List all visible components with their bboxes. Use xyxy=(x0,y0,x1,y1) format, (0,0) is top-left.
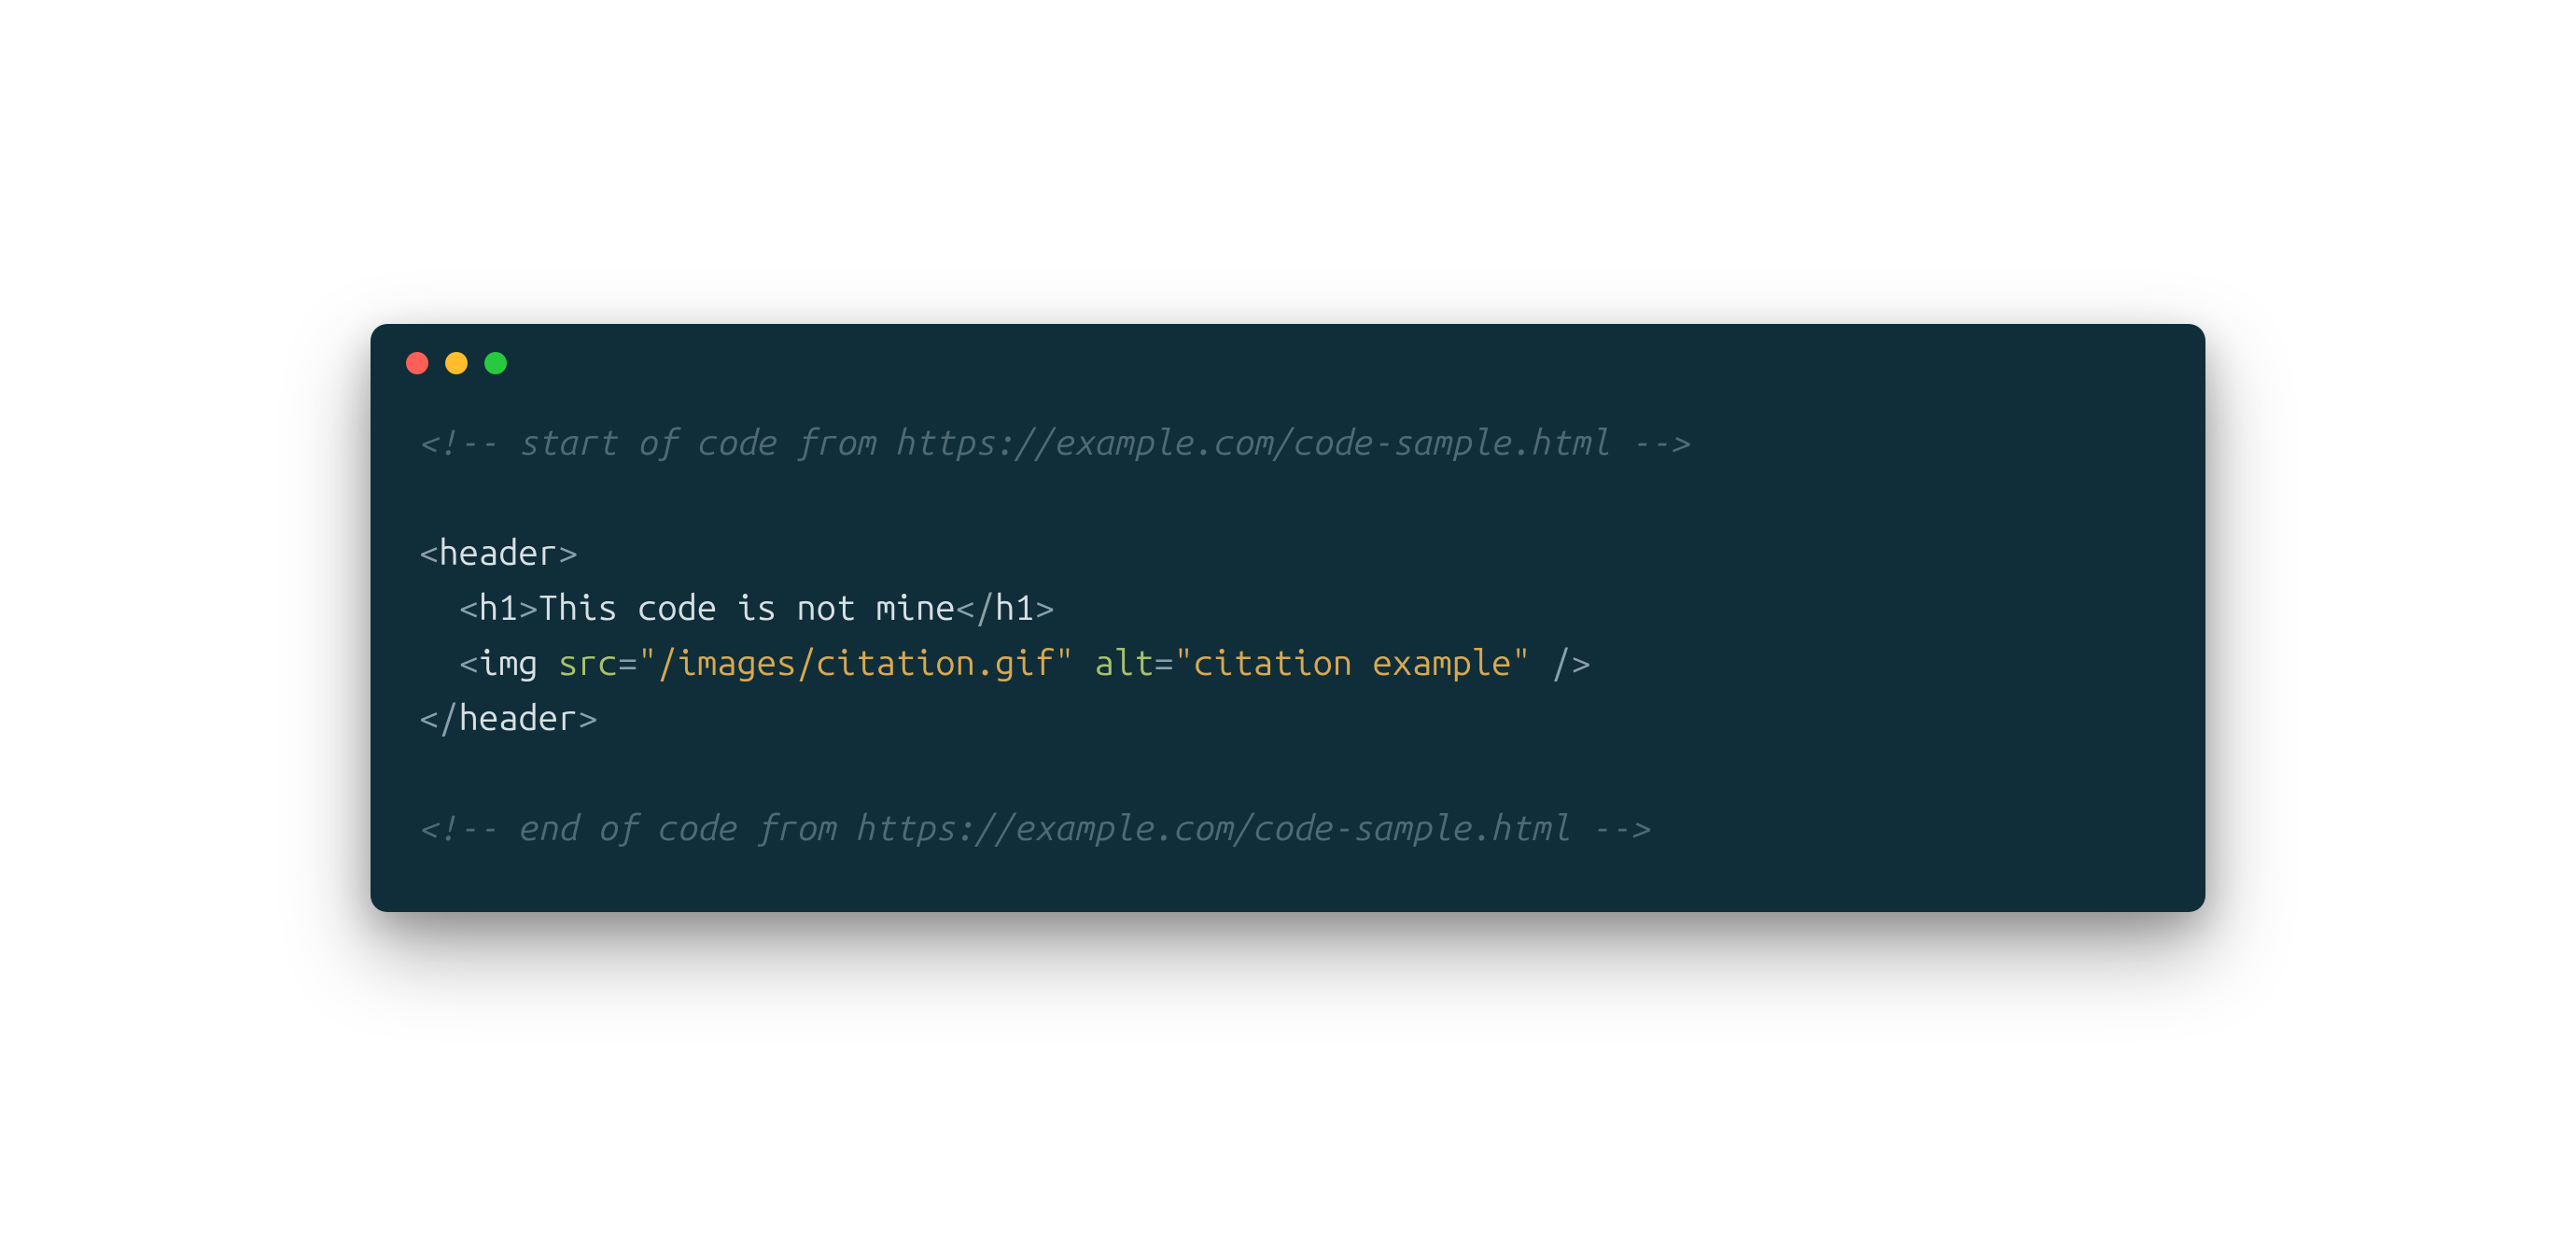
code-content: <!-- start of code from https://example.… xyxy=(419,415,2157,855)
indent xyxy=(419,643,459,682)
tag-punct: > xyxy=(1035,588,1055,627)
tag-punct: < xyxy=(419,533,439,572)
tag-name: header xyxy=(459,698,579,737)
tag-punct: </ xyxy=(956,588,996,627)
close-icon[interactable] xyxy=(406,352,428,374)
attr-value: "/images/citation.gif" xyxy=(637,643,1074,682)
attr-name: alt xyxy=(1095,643,1155,682)
code-comment-end: <!-- end of code from https://example.co… xyxy=(419,808,1650,848)
window-titlebar xyxy=(371,324,2205,386)
tag-punct: < xyxy=(459,643,479,682)
code-window: <!-- start of code from https://example.… xyxy=(371,324,2205,911)
tag-punct: > xyxy=(558,533,578,572)
attr-name: src xyxy=(558,643,618,682)
tag-name: img xyxy=(479,643,539,682)
code-body: <!-- start of code from https://example.… xyxy=(371,386,2205,911)
tag-punct: > xyxy=(518,588,538,627)
tag-punct: > xyxy=(578,698,597,737)
minimize-icon[interactable] xyxy=(445,352,468,374)
attr-eq: = xyxy=(618,643,637,682)
indent xyxy=(419,588,459,627)
tag-punct: </ xyxy=(419,698,459,737)
code-comment-start: <!-- start of code from https://example.… xyxy=(419,423,1690,462)
tag-name: h1 xyxy=(995,588,1035,627)
tag-name: h1 xyxy=(479,588,519,627)
maximize-icon[interactable] xyxy=(484,352,507,374)
attr-value: "citation example" xyxy=(1174,643,1532,682)
attr-eq: = xyxy=(1154,643,1173,682)
tag-punct: /> xyxy=(1551,643,1591,682)
tag-punct: < xyxy=(459,588,479,627)
tag-name: header xyxy=(439,533,558,572)
text-content: This code is not mine xyxy=(539,588,956,627)
